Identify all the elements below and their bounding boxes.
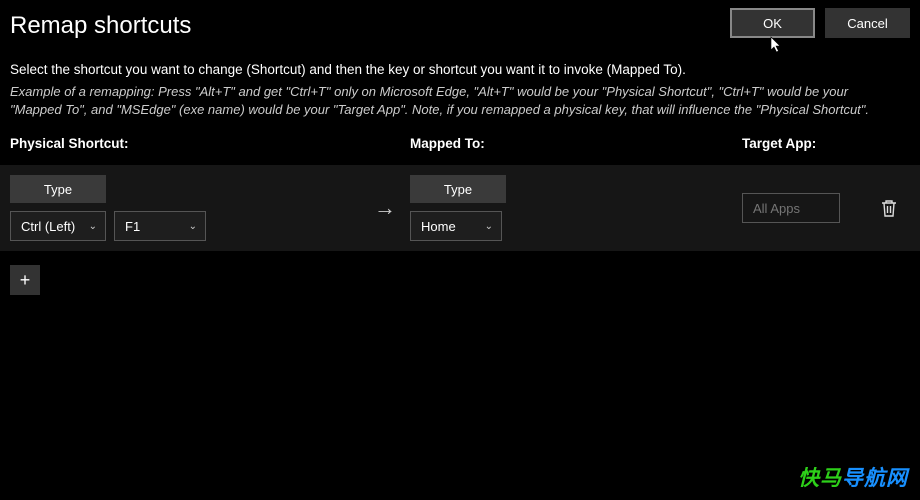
col-header-mapped: Mapped To: [410,136,742,151]
page-title: Remap shortcuts [10,12,730,40]
physical-key1-select[interactable]: Ctrl (Left) ⌄ [10,211,106,241]
chevron-down-icon: ⌄ [485,221,493,232]
physical-key1-value: Ctrl (Left) [21,219,75,234]
physical-shortcut-group: Type Ctrl (Left) ⌄ F1 ⌄ [10,175,360,241]
mapped-to-group: Type Home ⌄ [410,175,742,241]
mapped-type-button[interactable]: Type [410,175,506,203]
col-header-target: Target App: [742,136,910,151]
instruction-text: Select the shortcut you want to change (… [0,40,920,77]
delete-row-button[interactable] [880,198,898,218]
chevron-down-icon: ⌄ [89,221,97,232]
ok-button[interactable]: OK [730,8,815,38]
cancel-button[interactable]: Cancel [825,8,910,38]
remap-row: Type Ctrl (Left) ⌄ F1 ⌄ → Type Home ⌄ [0,165,920,251]
mapped-key1-value: Home [421,219,456,234]
example-text: Example of a remapping: Press "Alt+T" an… [0,77,900,118]
watermark: 快马导航网 [798,462,908,492]
mapped-key1-select[interactable]: Home ⌄ [410,211,502,241]
chevron-down-icon: ⌄ [189,221,197,232]
physical-key2-value: F1 [125,219,140,234]
physical-key2-select[interactable]: F1 ⌄ [114,211,206,241]
physical-type-button[interactable]: Type [10,175,106,203]
add-row-button[interactable]: + [10,265,40,295]
arrow-icon: → [360,195,410,221]
target-app-group [742,193,910,223]
col-header-physical: Physical Shortcut: [10,136,410,151]
trash-icon [880,198,898,218]
columns-header: Physical Shortcut: Mapped To: Target App… [0,118,920,151]
header-buttons: OK Cancel [730,8,910,38]
target-app-input[interactable] [742,193,840,223]
